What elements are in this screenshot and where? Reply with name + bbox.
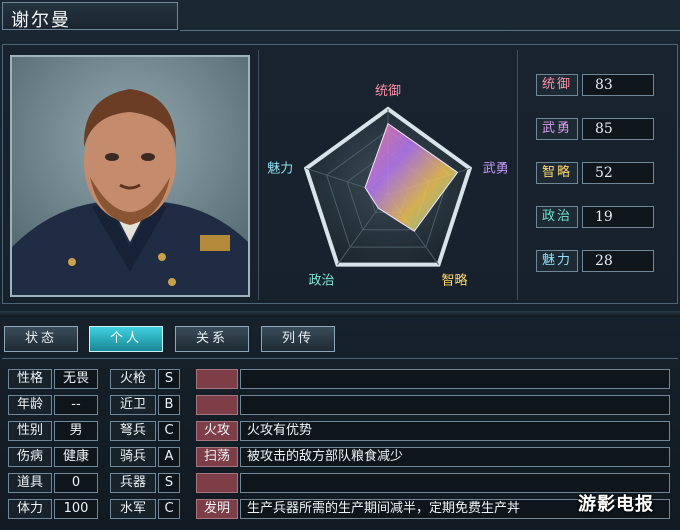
personal-value: 0 [54, 473, 98, 493]
portrait [10, 55, 250, 297]
aptitude-grade: C [158, 499, 180, 519]
stat-label: 魅力 [536, 250, 578, 272]
stat-row: 政治 19 [528, 206, 662, 230]
radar-axis-label: 统御 [375, 84, 401, 99]
radar-svg: 统御武勇智略 政治 魅力 [267, 84, 509, 289]
skill-description: 被攻击的敌方部队粮食减少 [240, 447, 670, 467]
aptitude-grade: S [158, 473, 180, 493]
stat-row: 统御 83 [528, 74, 662, 98]
personal-label: 伤病 [8, 447, 52, 467]
stat-row: 智略 52 [528, 162, 662, 186]
aptitude-grade: B [158, 395, 180, 415]
skill-description [240, 369, 670, 389]
radar-axis-label: 武勇 [483, 161, 509, 176]
aptitude-grade: S [158, 369, 180, 389]
character-name: 谢尔曼 [11, 10, 71, 31]
section-divider [0, 311, 680, 317]
tab-3[interactable]: 列传 [261, 326, 335, 352]
personal-value: 男 [54, 421, 98, 441]
radar-axis-label: 政治 [308, 274, 334, 289]
stat-radar-chart: 统御武勇智略 政治 魅力 [258, 50, 518, 300]
personal-label: 性别 [8, 421, 52, 441]
personal-label: 体力 [8, 499, 52, 519]
stat-value: 52 [582, 162, 654, 184]
aptitude-label: 水军 [110, 499, 156, 519]
personal-label: 性格 [8, 369, 52, 389]
stat-value: 83 [582, 74, 654, 96]
stat-value: 19 [582, 206, 654, 228]
aptitude-label: 弩兵 [110, 421, 156, 441]
skill-description: 火攻有优势 [240, 421, 670, 441]
radar-axis-label: 智略 [442, 273, 468, 289]
personal-value: -- [54, 395, 98, 415]
personal-label: 道具 [8, 473, 52, 493]
skill-name[interactable]: 火攻 [196, 421, 238, 441]
aptitude-grade: C [158, 421, 180, 441]
aptitude-label: 近卫 [110, 395, 156, 415]
stat-label: 武勇 [536, 118, 578, 140]
skill-name[interactable] [196, 473, 238, 493]
stat-row: 魅力 28 [528, 250, 662, 274]
personal-value: 健康 [54, 447, 98, 467]
portrait-image [12, 57, 248, 295]
skill-name[interactable] [196, 395, 238, 415]
tab-2[interactable]: 关系 [175, 326, 249, 352]
stat-value: 85 [582, 118, 654, 140]
personal-label: 年龄 [8, 395, 52, 415]
aptitude-grade: A [158, 447, 180, 467]
aptitude-label: 兵器 [110, 473, 156, 493]
skill-name[interactable] [196, 369, 238, 389]
title-underline [180, 30, 680, 31]
personal-info-panel: 性格 无畏 火枪 S 年龄 -- 近卫 B 性别男弩兵 C 火攻 火攻有优势 伤病 健康 骑兵 A 扫荡 被攻击的… [2, 358, 678, 530]
aptitude-label: 骑兵 [110, 447, 156, 467]
tab-1[interactable]: 个人 [89, 326, 163, 352]
skill-description [240, 395, 670, 415]
stat-label: 智略 [536, 162, 578, 184]
stat-label: 统御 [536, 74, 578, 96]
stat-row: 武勇 85 [528, 118, 662, 142]
personal-value: 无畏 [54, 369, 98, 389]
watermark: 游影电报 [578, 494, 654, 515]
skill-name[interactable]: 扫荡 [196, 447, 238, 467]
title-bar: 谢尔曼 [2, 2, 178, 31]
stat-label: 政治 [536, 206, 578, 228]
stat-value: 28 [582, 250, 654, 272]
tab-bar: 状态 个人 关系 列传 [0, 326, 680, 354]
skill-name[interactable]: 发明 [196, 499, 238, 519]
aptitude-label: 火枪 [110, 369, 156, 389]
tab-0[interactable]: 状态 [4, 326, 78, 352]
personal-value: 100 [54, 499, 98, 519]
radar-axis-label: 魅力 [267, 161, 293, 176]
